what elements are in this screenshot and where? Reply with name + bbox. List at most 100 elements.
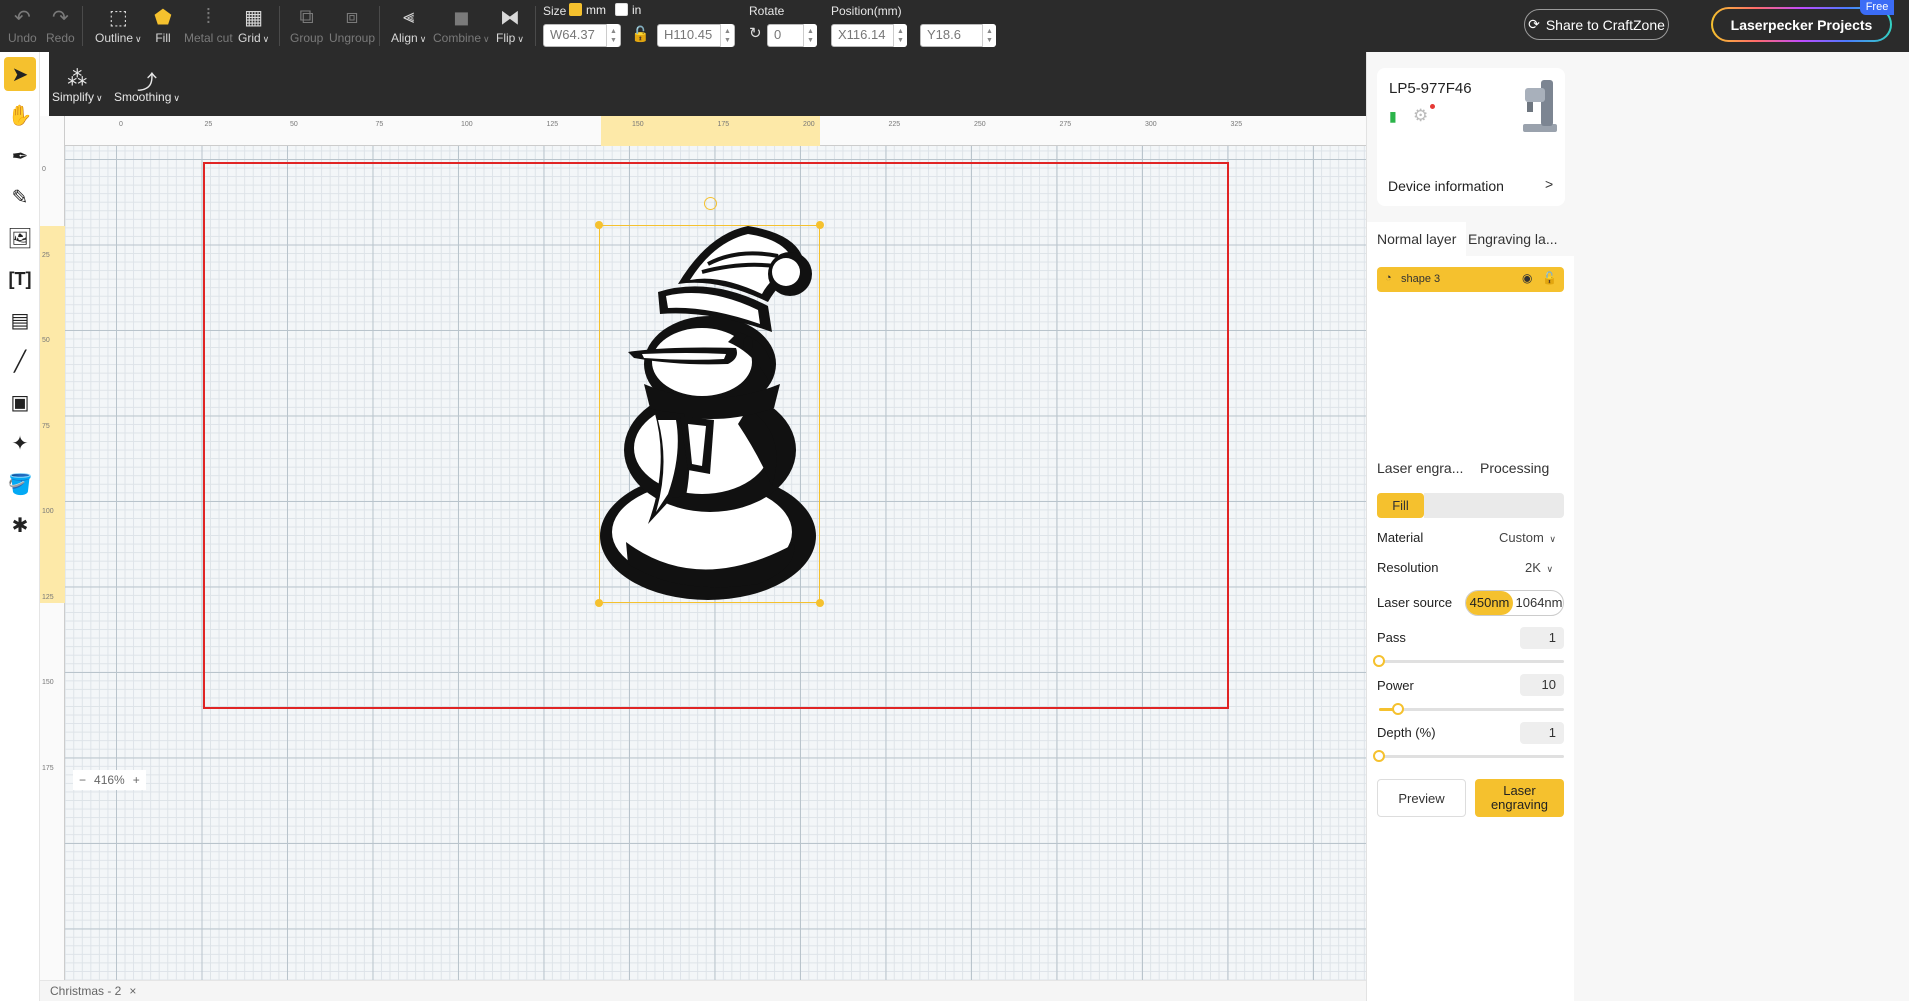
align-left-icon: ⫷ xyxy=(403,5,415,28)
ruler-tick-label: 50 xyxy=(290,121,298,128)
unit-mm-checkbox[interactable] xyxy=(569,3,582,16)
undo-button[interactable]: ↶ Undo xyxy=(8,4,37,46)
outline-button[interactable]: ⬚ Outline ∨ xyxy=(95,4,142,46)
paint-bucket-icon[interactable]: 🪣 xyxy=(4,467,36,501)
image-tool-icon[interactable]: 🖼 xyxy=(4,221,36,255)
resize-handle-bottom-right[interactable] xyxy=(816,599,824,607)
smoothing-button[interactable]: ⤴ Smoothing ∨ xyxy=(114,66,180,104)
document-tab-label: Christmas - 2 xyxy=(50,984,122,998)
lock-ratio-icon[interactable]: 🔓 xyxy=(631,25,650,43)
outline-icon: ⬚ xyxy=(108,6,128,29)
power-slider-knob[interactable] xyxy=(1391,703,1404,715)
tab-processing[interactable]: Processing xyxy=(1470,451,1559,485)
fill-mode-tab[interactable]: Fill xyxy=(1377,493,1424,518)
pencil-tool-icon[interactable]: ✎ xyxy=(4,180,36,214)
share-to-craftzone-button[interactable]: ⟳ Share to CraftZone xyxy=(1524,9,1669,40)
barcode-tool-icon[interactable]: ▤ xyxy=(4,303,36,337)
mode-tab-track xyxy=(1424,493,1564,518)
line-tool-icon[interactable]: ╱ xyxy=(4,344,36,378)
pass-input[interactable]: 1 xyxy=(1520,627,1564,649)
layer-row[interactable]: ◔ shape 3 ◉ 🔓 xyxy=(1377,267,1564,292)
settings-gear-icon[interactable]: ⚙ xyxy=(1413,106,1428,126)
pen-tool-icon[interactable]: ✒ xyxy=(4,139,36,173)
right-panel: LP5-977F46 ▮ ⚙ Device information > Norm… xyxy=(1366,52,1909,1001)
device-information-link[interactable]: Device information xyxy=(1388,178,1504,194)
height-stepper[interactable]: ▲ ▼ xyxy=(720,24,734,47)
pass-slider[interactable] xyxy=(1373,655,1564,667)
rotate-stepper[interactable]: ▲ ▼ xyxy=(803,24,817,47)
visibility-eye-icon[interactable]: ◉ xyxy=(1522,271,1532,285)
rotate-handle[interactable] xyxy=(704,197,717,210)
zoom-in-button[interactable]: + xyxy=(133,773,140,787)
depth-slider-knob[interactable] xyxy=(1373,750,1385,762)
size-label: Size xyxy=(543,4,567,18)
ungroup-button[interactable]: ⧈ Ungroup xyxy=(329,4,375,46)
ruler-tick-label: 125 xyxy=(42,593,54,601)
shapes-tool-icon[interactable]: ✦ xyxy=(4,426,36,460)
power-input[interactable]: 10 xyxy=(1520,674,1564,696)
x-stepper[interactable]: ▲ ▼ xyxy=(893,24,907,47)
select-tool-icon[interactable]: ➤ xyxy=(4,57,36,91)
simplify-button[interactable]: ⁂ Simplify ∨ xyxy=(52,66,103,104)
lock-icon[interactable]: 🔓 xyxy=(1542,271,1557,285)
combine-button[interactable]: ◼ Combine ∨ xyxy=(433,4,490,46)
divider xyxy=(379,6,380,46)
align-button[interactable]: ⫷ Align ∨ xyxy=(391,4,426,46)
close-icon[interactable]: × xyxy=(129,984,136,998)
ruler-tick-label: 175 xyxy=(42,764,54,772)
zoom-out-button[interactable]: − xyxy=(79,773,86,787)
depth-slider[interactable] xyxy=(1373,750,1564,762)
preview-button[interactable]: Preview xyxy=(1377,779,1466,817)
chevron-right-icon: > xyxy=(1545,176,1554,192)
group-button[interactable]: ⧉ Group xyxy=(290,4,323,46)
pass-label: Pass xyxy=(1377,630,1406,645)
metal-cut-icon: ⁞ xyxy=(205,5,212,28)
ruler-tick-label: 75 xyxy=(375,121,384,128)
y-stepper[interactable]: ▲ ▼ xyxy=(982,24,996,47)
sticker-tool-icon[interactable]: ✱ xyxy=(4,508,36,542)
unit-in-checkbox[interactable] xyxy=(615,3,628,16)
ruler-tick-label: 0 xyxy=(119,121,123,128)
grid-button[interactable]: ▦ Grid ∨ xyxy=(238,4,269,46)
document-tab[interactable]: Christmas - 2 × xyxy=(50,984,136,998)
fill-button[interactable]: ⬟ Fill xyxy=(150,4,176,46)
ruler-tick-label: 150 xyxy=(42,679,54,686)
laser-device-icon xyxy=(1523,80,1557,132)
flip-icon: ⧓ xyxy=(499,6,520,29)
selection-range-highlight xyxy=(40,226,65,603)
simplify-icon: ⁂ xyxy=(67,68,88,90)
vertical-ruler: 0 25 50 75 100 125 150 175 xyxy=(40,116,65,980)
device-card[interactable]: LP5-977F46 ▮ ⚙ Device information > xyxy=(1377,68,1565,206)
width-stepper[interactable]: ▲ ▼ xyxy=(606,24,620,47)
power-slider[interactable] xyxy=(1379,703,1564,715)
undo-icon: ↶ xyxy=(13,6,31,29)
divider xyxy=(535,6,536,46)
tab-laser-engraving[interactable]: Laser engra... xyxy=(1367,451,1474,485)
ruler-tick-label: 225 xyxy=(888,121,901,128)
metal-cut-button[interactable]: ⁞ Metal cut xyxy=(184,4,233,46)
resolution-label: Resolution xyxy=(1377,560,1439,575)
selection-box[interactable] xyxy=(599,225,820,603)
depth-input[interactable]: 1 xyxy=(1520,722,1564,744)
ruler-tick-label: 50 xyxy=(42,337,50,344)
grid-icon: ▦ xyxy=(244,6,264,29)
redo-button[interactable]: ↷ Redo xyxy=(46,4,75,46)
text-tool-icon[interactable]: [T] xyxy=(4,262,36,296)
tab-normal-layer[interactable]: Normal layer xyxy=(1367,222,1467,256)
zoom-control: − 416% + xyxy=(73,770,146,790)
design-canvas[interactable]: 250255075100125150175200225250275300325 … xyxy=(40,116,1366,980)
resolution-select[interactable]: 2K ∨ xyxy=(1525,560,1553,575)
resize-handle-top-right[interactable] xyxy=(816,221,824,229)
tab-engraving-layer[interactable]: Engraving la... xyxy=(1458,222,1568,256)
stamp-tool-icon[interactable]: ▣ xyxy=(4,385,36,419)
resize-handle-top-left[interactable] xyxy=(595,221,603,229)
pass-slider-knob[interactable] xyxy=(1373,655,1385,667)
flip-button[interactable]: ⧓ Flip ∨ xyxy=(496,4,524,46)
laser-source-1064nm[interactable]: 1064nm xyxy=(1514,591,1564,615)
laser-engraving-button[interactable]: Laser engraving xyxy=(1475,779,1564,817)
zoom-level: 416% xyxy=(94,773,125,787)
resize-handle-bottom-left[interactable] xyxy=(595,599,603,607)
hand-tool-icon[interactable]: ✋ xyxy=(4,98,36,132)
material-select[interactable]: Custom ∨ xyxy=(1499,530,1556,545)
laser-source-450nm[interactable]: 450nm xyxy=(1466,591,1513,615)
